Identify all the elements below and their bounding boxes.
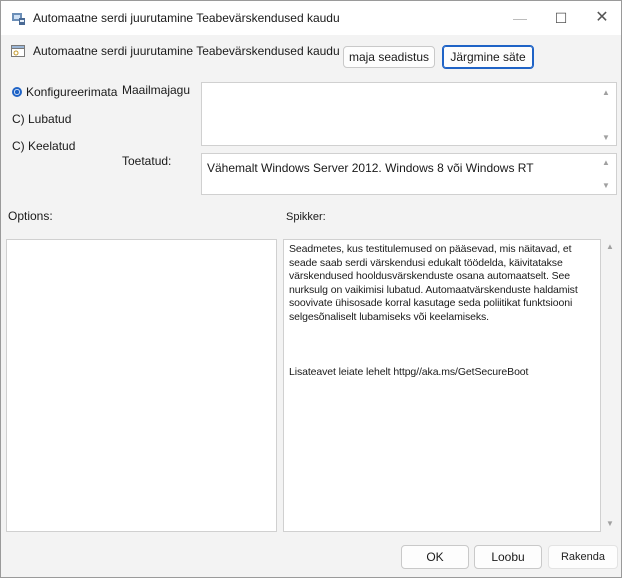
policy-editor-window: Automaatne serdi juurutamine Teabevärske… (0, 0, 622, 578)
help-text: Seadmetes, kus testitulemused on pääseva… (289, 243, 578, 323)
cancel-button[interactable]: Loobu (474, 545, 542, 569)
options-panel (6, 239, 277, 532)
radio-enabled[interactable]: C) Lubatud (12, 112, 71, 126)
maximize-button[interactable]: ☐ (547, 7, 575, 29)
ok-button[interactable]: OK (401, 545, 469, 569)
supported-on-field: Vähemalt Windows Server 2012. Windows 8 … (201, 153, 617, 195)
radio-not-configured[interactable]: Konfigureerimata (12, 85, 117, 99)
title-bar[interactable]: Automaatne serdi juurutamine Teabevärske… (1, 1, 621, 35)
scroll-down-icon[interactable]: ▼ (601, 133, 611, 143)
help-link[interactable]: Lisateavet leiate lehelt httpg//aka.ms/G… (289, 366, 528, 378)
scroll-down-icon[interactable]: ▼ (601, 181, 611, 191)
policy-title: Automaatne serdi juurutamine Teabevärske… (33, 44, 340, 58)
radio-label: Konfigureerimata (26, 85, 118, 99)
previous-setting-button[interactable]: maja seadistus (343, 46, 435, 68)
next-setting-button[interactable]: Järgmine säte (442, 45, 534, 69)
supported-value: Vähemalt Windows Server 2012. Windows 8 … (207, 161, 534, 175)
supported-label: Toetatud: (122, 154, 172, 168)
close-button[interactable]: ✕ (588, 7, 616, 29)
comment-label: Maailmajagu (122, 83, 191, 97)
comment-textarea[interactable] (201, 82, 617, 146)
scroll-up-icon[interactable]: ▲ (601, 158, 611, 168)
radio-label: C) Keelatud (12, 139, 76, 153)
policy-setting-icon (11, 45, 25, 57)
minimize-button[interactable]: — (506, 7, 534, 29)
radio-disabled[interactable]: C) Keelatud (12, 139, 75, 153)
scroll-up-icon[interactable]: ▲ (605, 242, 615, 252)
window-title: Automaatne serdi juurutamine Teabevärske… (33, 11, 340, 25)
policy-app-icon (12, 13, 25, 25)
apply-button[interactable]: Rakenda (548, 545, 618, 569)
help-panel: Seadmetes, kus testitulemused on pääseva… (283, 239, 601, 532)
help-label: Spikker: (286, 211, 326, 223)
radio-label: C) Lubatud (12, 112, 72, 126)
scroll-up-icon[interactable]: ▲ (601, 88, 611, 98)
options-label: Options: (8, 209, 53, 223)
scroll-down-icon[interactable]: ▼ (605, 519, 615, 529)
radio-selected-icon (12, 87, 22, 97)
